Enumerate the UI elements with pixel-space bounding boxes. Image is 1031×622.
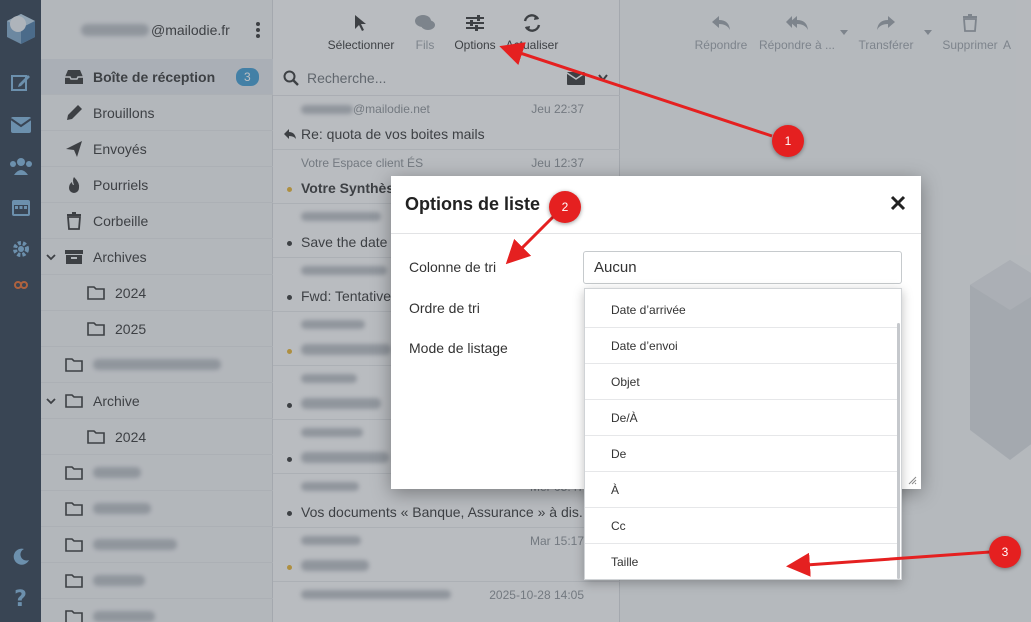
list-mode-label: Mode de listage bbox=[409, 340, 508, 356]
resize-handle-icon[interactable] bbox=[907, 475, 917, 485]
dialog-title: Options de liste bbox=[391, 176, 921, 234]
dropdown-option[interactable]: Date d’arrivée bbox=[585, 292, 897, 328]
sort-column-select[interactable]: Aucun bbox=[583, 251, 902, 284]
sort-order-label: Ordre de tri bbox=[409, 300, 480, 316]
dropdown-option[interactable]: De/À bbox=[585, 400, 897, 436]
sort-column-label: Colonne de tri bbox=[409, 259, 497, 275]
dropdown-option[interactable]: À bbox=[585, 472, 897, 508]
annotation-marker-1: 1 bbox=[772, 125, 804, 157]
close-icon[interactable] bbox=[889, 194, 907, 212]
dropdown-option[interactable]: Objet bbox=[585, 364, 897, 400]
annotation-marker-3: 3 bbox=[989, 536, 1021, 568]
dropdown-scrollbar[interactable] bbox=[897, 323, 900, 579]
dropdown-option[interactable]: De bbox=[585, 436, 897, 472]
dropdown-option[interactable]: Date d’envoi bbox=[585, 328, 897, 364]
sort-column-dropdown: Date d’arrivée Date d’envoi Objet De/À D… bbox=[584, 288, 902, 580]
dropdown-option[interactable]: Taille bbox=[585, 544, 897, 580]
dropdown-option[interactable]: Cc bbox=[585, 508, 897, 544]
annotation-marker-2: 2 bbox=[549, 191, 581, 223]
